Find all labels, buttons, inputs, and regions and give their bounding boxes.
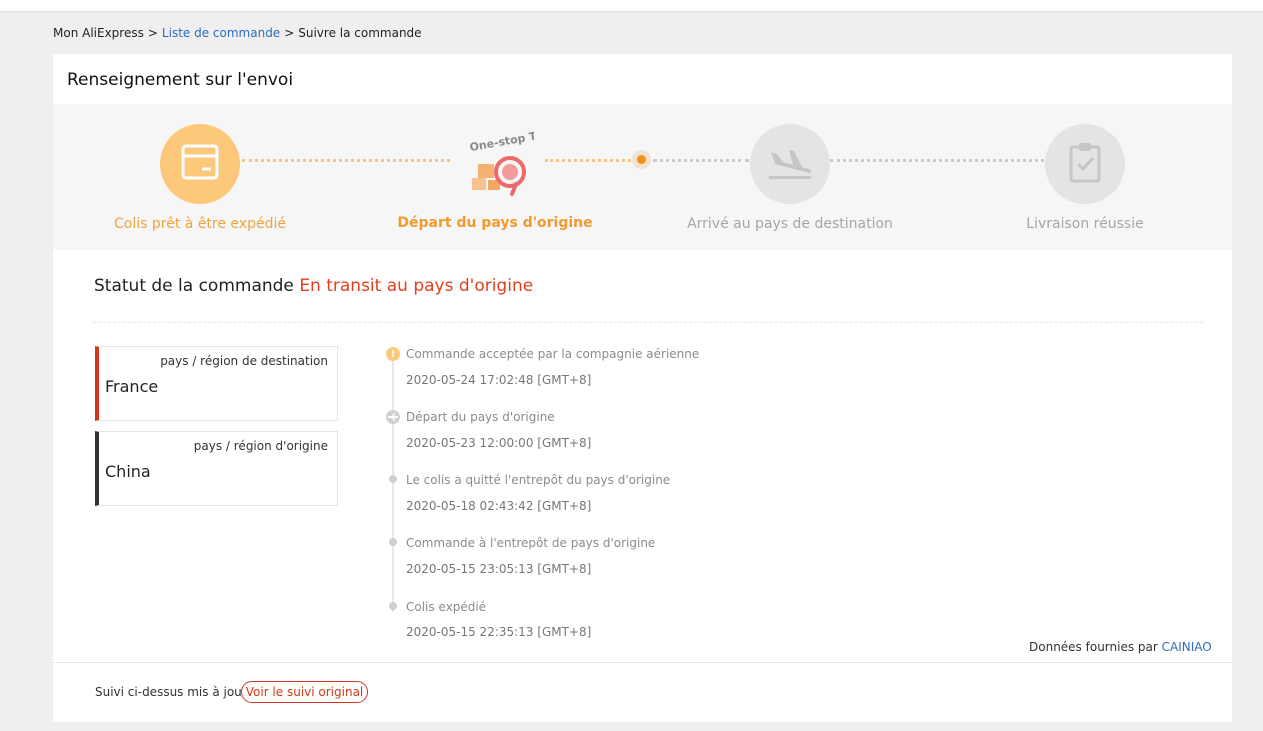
footer-note: Suivi ci-dessus mis à jour bbox=[95, 685, 247, 699]
step-departure-label: Départ du pays d'origine bbox=[397, 215, 593, 231]
package-icon bbox=[180, 142, 220, 186]
one-stop-badge-text: One-stop Tracking bbox=[469, 126, 534, 154]
timeline-event-text: Commande acceptée par la compagnie aérie… bbox=[406, 347, 700, 361]
alert-icon: ! bbox=[386, 347, 400, 361]
timeline-event-text: Départ du pays d'origine bbox=[406, 410, 555, 424]
step-ready-label: Colis prêt à être expédié bbox=[114, 216, 286, 232]
order-status-label: Statut de la commande bbox=[94, 276, 294, 296]
progress-steps: Colis prêt à être expédié One-stop Track… bbox=[53, 104, 1232, 250]
clipboard-check-icon bbox=[1068, 141, 1102, 187]
timeline-line bbox=[392, 354, 394, 612]
airplane-icon bbox=[386, 410, 400, 424]
destination-box: pays / région de destination France bbox=[95, 346, 338, 421]
divider bbox=[93, 322, 1203, 323]
top-bar bbox=[0, 0, 1263, 12]
credit-provider-link[interactable]: CAINIAO bbox=[1162, 640, 1212, 654]
timeline-dot bbox=[389, 602, 397, 610]
breadcrumb: Mon AliExpress > Liste de commande > Suivre … bbox=[53, 26, 422, 40]
destination-caption: pays / région de destination bbox=[160, 354, 328, 368]
order-status: Statut de la commande En transit au pays… bbox=[94, 276, 533, 296]
step-delivered bbox=[1045, 124, 1125, 204]
credit-prefix: Données fournies par bbox=[1029, 640, 1158, 654]
destination-country: France bbox=[105, 377, 159, 396]
step-ready bbox=[160, 124, 240, 204]
breadcrumb-home: Mon AliExpress bbox=[53, 26, 144, 40]
breadcrumb-current: Suivre la commande bbox=[298, 26, 422, 40]
timeline-event-text: Le colis a quitté l'entrepôt du pays d'o… bbox=[406, 473, 671, 487]
origin-country: China bbox=[105, 462, 151, 481]
breadcrumb-separator: > bbox=[284, 26, 295, 40]
timeline-event-text: Colis expédié bbox=[406, 600, 487, 614]
timeline-event-time: 2020-05-15 22:35:13 [GMT+8] bbox=[406, 625, 592, 639]
shipment-card: Renseignement sur l'envoi Colis prêt à ê… bbox=[53, 54, 1232, 722]
timeline-event-text: Commande à l'entrepôt de pays d'origine bbox=[406, 536, 656, 550]
data-credit: Données fournies par CAINIAO bbox=[1029, 640, 1212, 654]
shipment-title: Renseignement sur l'envoi bbox=[67, 70, 294, 90]
timeline-dot bbox=[389, 538, 397, 546]
timeline-event-time: 2020-05-24 17:02:48 [GMT+8] bbox=[406, 373, 592, 387]
breadcrumb-separator: > bbox=[147, 26, 158, 40]
timeline-event-time: 2020-05-15 23:05:13 [GMT+8] bbox=[406, 562, 592, 576]
step-arrival-label: Arrivé au pays de destination bbox=[687, 216, 893, 232]
progress-connector bbox=[653, 159, 749, 162]
step-delivered-label: Livraison réussie bbox=[1026, 216, 1144, 232]
timeline-event-time: 2020-05-18 02:43:42 [GMT+8] bbox=[406, 499, 592, 513]
footer-divider bbox=[53, 662, 1232, 663]
progress-connector bbox=[830, 159, 1044, 162]
breadcrumb-orders-link[interactable]: Liste de commande bbox=[162, 26, 280, 40]
airplane-landing-icon bbox=[767, 142, 813, 186]
timeline-event-time: 2020-05-23 12:00:00 [GMT+8] bbox=[406, 436, 592, 450]
progress-connector bbox=[242, 159, 450, 162]
one-stop-tracking-icon: One-stop Tracking bbox=[464, 122, 582, 198]
view-original-tracking-button[interactable]: Voir le suivi original bbox=[241, 681, 368, 703]
progress-current-dot bbox=[637, 155, 646, 164]
step-arrival bbox=[750, 124, 830, 204]
origin-caption: pays / région d'origine bbox=[193, 439, 328, 453]
progress-connector bbox=[545, 159, 637, 162]
origin-box: pays / région d'origine China bbox=[95, 431, 338, 506]
timeline-dot bbox=[389, 475, 397, 483]
order-status-value: En transit au pays d'origine bbox=[299, 276, 534, 296]
